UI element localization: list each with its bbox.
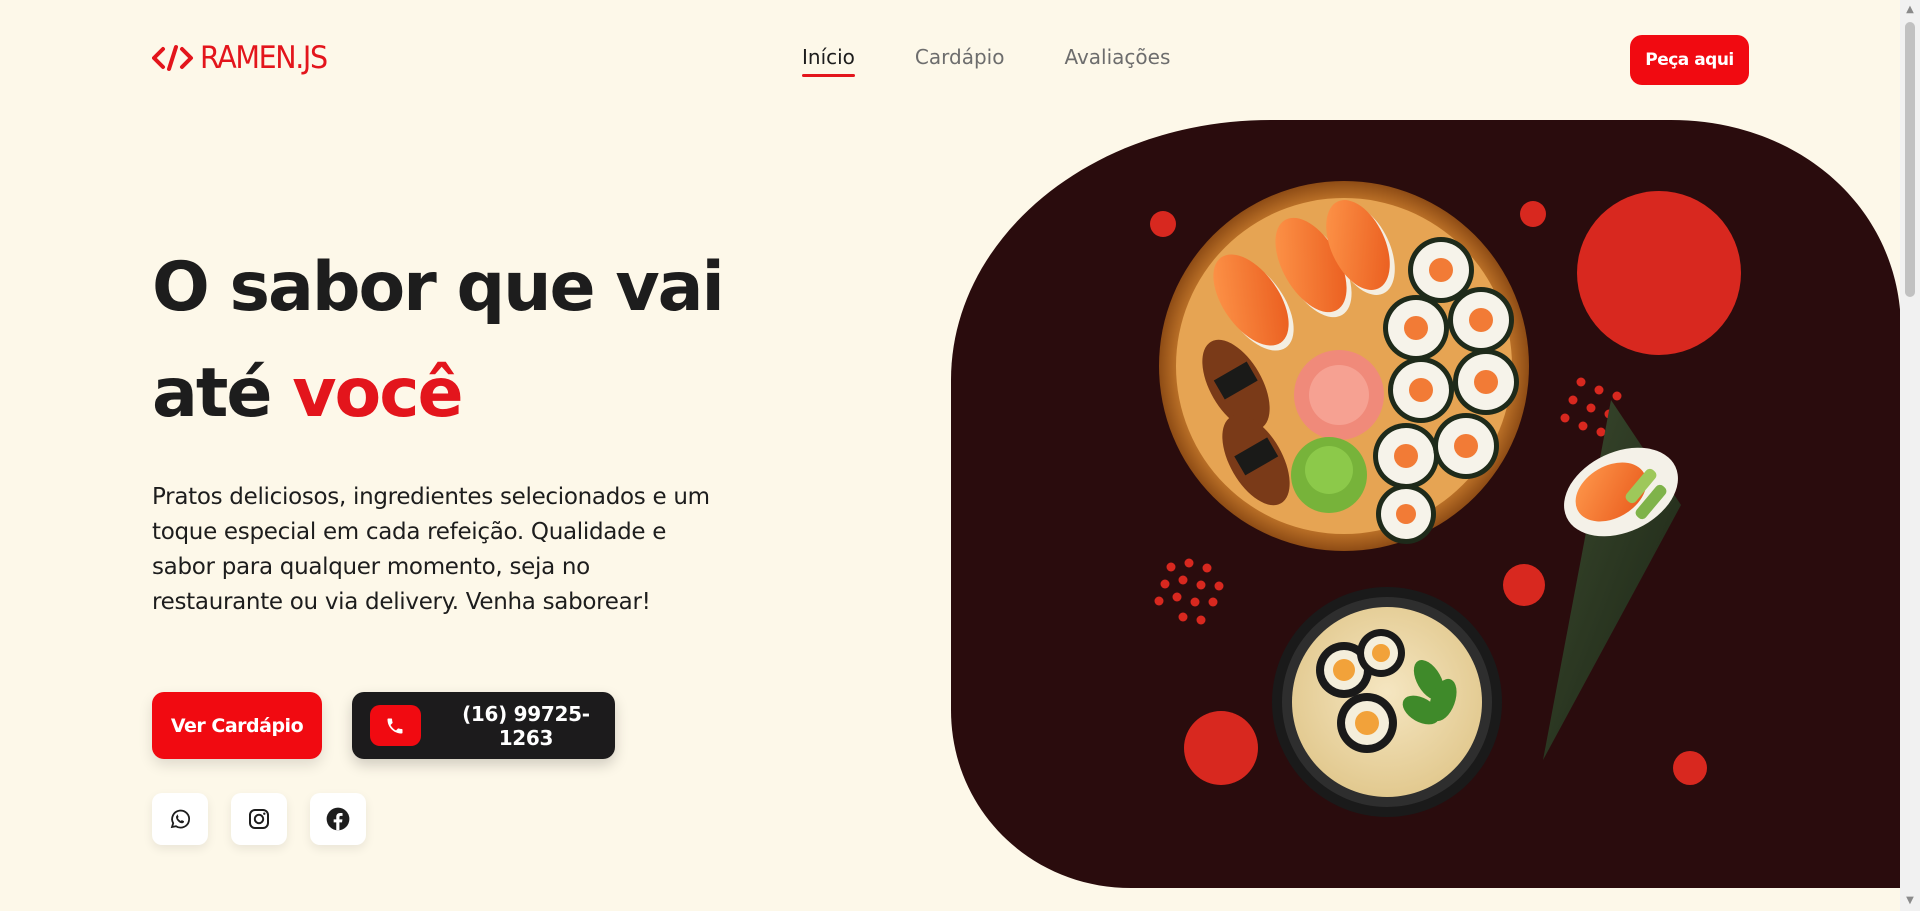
view-menu-button[interactable]: Ver Cardápio: [152, 692, 322, 759]
facebook-icon: [326, 807, 350, 831]
nav-item-avaliacoes[interactable]: Avaliações: [1064, 45, 1170, 77]
page-scrollbar[interactable]: ▲ ▼: [1900, 0, 1920, 911]
cta-row: Ver Cardápio (16) 99725-1263: [152, 692, 615, 759]
phone-icon: [370, 705, 421, 746]
decor-circle-large: [1577, 191, 1741, 355]
scroll-thumb[interactable]: [1905, 22, 1915, 297]
sushi-platter: [1159, 181, 1529, 551]
decor-circle: [1673, 751, 1707, 785]
logo[interactable]: RAMEN.JS: [152, 40, 338, 76]
decor-circle: [1150, 211, 1176, 237]
hero-title-prefix: até: [152, 354, 293, 433]
site-header: RAMEN.JS Início Cardápio Avaliações Peça…: [0, 0, 1900, 120]
decor-circle: [1520, 201, 1546, 227]
nav-item-cardapio[interactable]: Cardápio: [915, 45, 1005, 77]
instagram-link[interactable]: [231, 793, 287, 845]
facebook-link[interactable]: [310, 793, 366, 845]
social-links: [152, 793, 366, 845]
order-button[interactable]: Peça aqui: [1630, 35, 1749, 85]
hero-title: O sabor que vai até você: [152, 235, 792, 447]
code-brackets-icon: [152, 45, 193, 71]
decor-circle: [1184, 711, 1258, 785]
decor-circle: [1503, 564, 1545, 606]
hero-title-accent: você: [292, 354, 463, 433]
hero-illustration: [951, 120, 1901, 888]
scroll-down-arrow-icon[interactable]: ▼: [1904, 895, 1916, 907]
hero-title-line1: O sabor que vai: [152, 248, 725, 327]
phone-button[interactable]: (16) 99725-1263: [352, 692, 615, 759]
main-nav: Início Cardápio Avaliações: [802, 45, 1170, 77]
phone-number: (16) 99725-1263: [462, 701, 590, 750]
scroll-up-arrow-icon[interactable]: ▲: [1904, 4, 1916, 16]
ramen-bowl: [1272, 587, 1502, 817]
hero-description: Pratos deliciosos, ingredientes selecion…: [152, 484, 710, 615]
nav-item-inicio[interactable]: Início: [802, 45, 855, 77]
logo-text: RAMEN.JS: [200, 40, 328, 76]
whatsapp-icon: [170, 809, 191, 829]
instagram-icon: [249, 809, 269, 829]
whatsapp-link[interactable]: [152, 793, 208, 845]
